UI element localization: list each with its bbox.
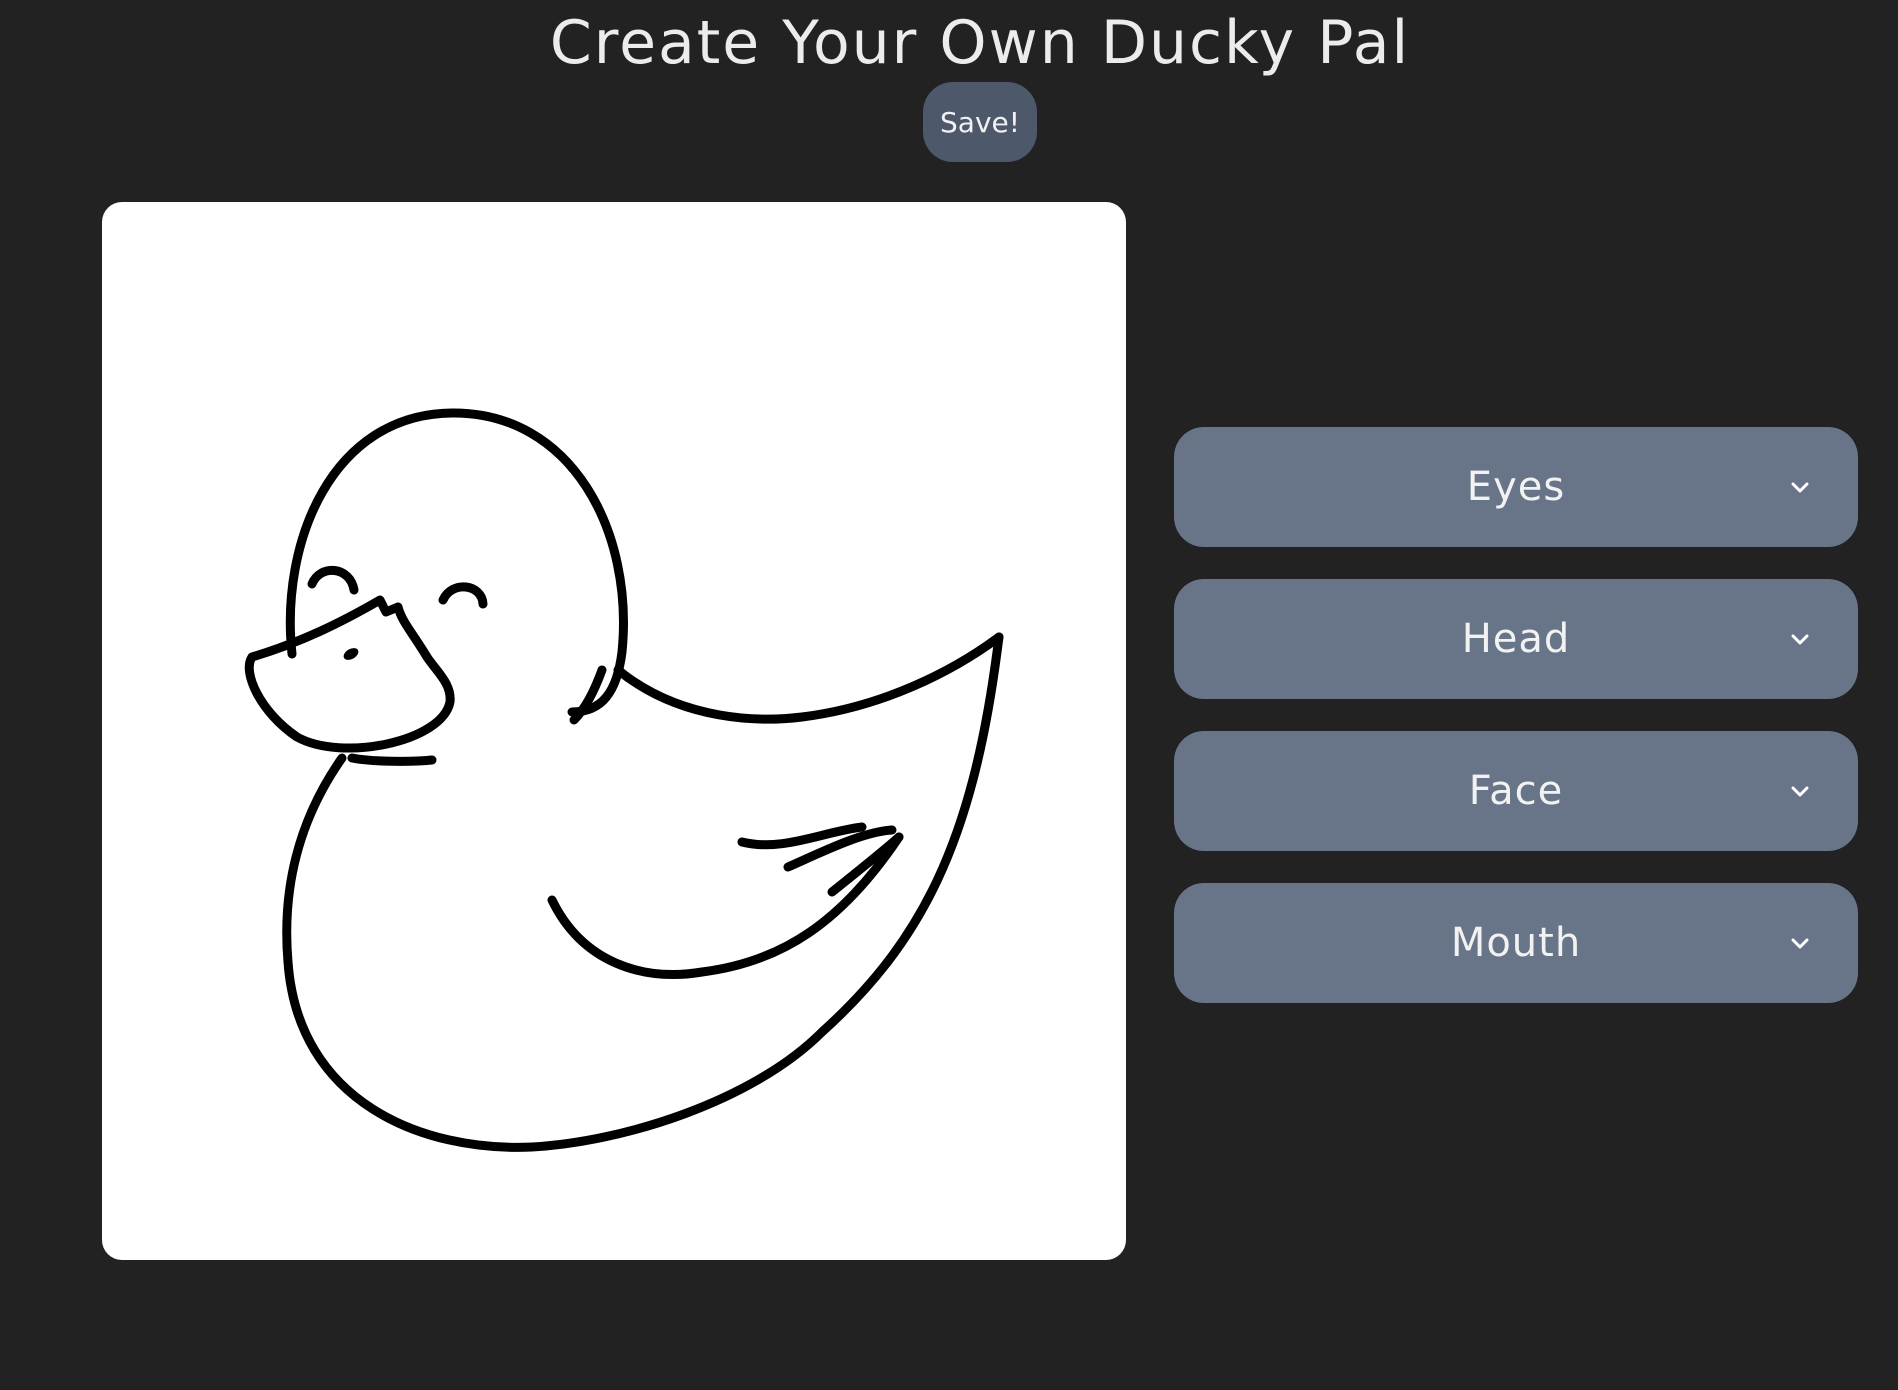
chevron-down-icon — [1791, 634, 1809, 645]
chevron-down-icon — [1791, 482, 1809, 493]
duck-beak — [244, 595, 455, 753]
duck-illustration — [244, 408, 1004, 1152]
duck-nostril — [343, 648, 359, 660]
head-dropdown-label: Head — [1461, 616, 1571, 662]
head-dropdown[interactable]: Head — [1174, 579, 1858, 699]
eyes-dropdown-label: Eyes — [1466, 464, 1566, 510]
chevron-down-icon — [1791, 938, 1809, 949]
page-title: Create Your Own Ducky Pal — [549, 8, 1411, 78]
face-dropdown[interactable]: Face — [1174, 731, 1858, 851]
duck-left-eye — [307, 565, 359, 595]
duck-right-eye — [438, 582, 488, 609]
duck-canvas — [102, 202, 1126, 1260]
duck-head-outline — [285, 408, 628, 717]
chevron-down-icon — [1791, 786, 1809, 797]
mouth-dropdown[interactable]: Mouth — [1174, 883, 1858, 1003]
face-dropdown-label: Face — [1468, 768, 1564, 814]
mouth-dropdown-label: Mouth — [1450, 920, 1582, 966]
eyes-dropdown[interactable]: Eyes — [1174, 427, 1858, 547]
duck-body-outline — [282, 632, 1004, 1152]
duck-beak-lower — [347, 753, 437, 766]
trait-dropdowns: Eyes Head Face Mouth — [1174, 427, 1858, 1035]
duck-back-outline — [613, 632, 1004, 724]
app-page: Create Your Own Ducky Pal Save! Eyes Hea… — [0, 0, 1898, 1390]
duck-wing — [547, 832, 904, 979]
save-button[interactable]: Save! — [923, 82, 1037, 162]
